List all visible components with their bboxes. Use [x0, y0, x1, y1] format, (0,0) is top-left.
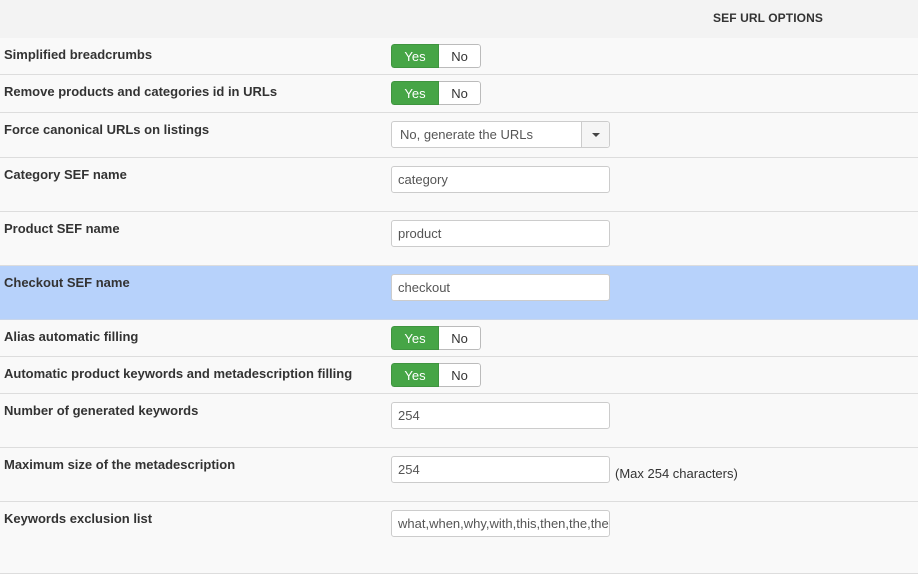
section-title: SEF URL OPTIONS [713, 11, 823, 25]
max-metadescription-input[interactable]: 254 [391, 456, 610, 483]
remove-ids-toggle: Yes No [391, 81, 481, 105]
keywords-filling-yes-button[interactable]: Yes [391, 363, 439, 387]
keywords-filling-toggle: Yes No [391, 363, 481, 387]
alias-filling-label: Alias automatic filling [4, 329, 139, 344]
simplified-breadcrumbs-label: Simplified breadcrumbs [4, 47, 153, 62]
keywords-filling-label: Automatic product keywords and metadescr… [4, 366, 353, 381]
remove-ids-label: Remove products and categories id in URL… [4, 84, 278, 99]
row-product-sef: Product SEF name product [0, 212, 918, 266]
row-keywords-filling: Automatic product keywords and metadescr… [0, 357, 918, 394]
row-category-sef: Category SEF name category [0, 158, 918, 212]
alias-filling-yes-button[interactable]: Yes [391, 326, 439, 350]
generated-keywords-label: Number of generated keywords [4, 403, 199, 418]
simplified-breadcrumbs-yes-button[interactable]: Yes [391, 44, 439, 68]
simplified-breadcrumbs-no-button[interactable]: No [439, 44, 481, 68]
keywords-filling-no-button[interactable]: No [439, 363, 481, 387]
product-sef-label: Product SEF name [4, 221, 120, 236]
row-generated-keywords: Number of generated keywords 254 [0, 394, 918, 448]
row-remove-ids: Remove products and categories id in URL… [0, 75, 918, 113]
alias-filling-no-button[interactable]: No [439, 326, 481, 350]
max-metadescription-hint: (Max 254 characters) [615, 466, 738, 481]
row-simplified-breadcrumbs: Simplified breadcrumbs Yes No [0, 38, 918, 75]
checkout-sef-input[interactable]: checkout [391, 274, 610, 301]
force-canonical-selected-value: No, generate the URLs [400, 127, 533, 142]
row-max-metadescription: Maximum size of the metadescription 254 … [0, 448, 918, 502]
section-header: SEF URL OPTIONS [0, 0, 918, 39]
category-sef-input[interactable]: category [391, 166, 610, 193]
alias-filling-toggle: Yes No [391, 326, 481, 350]
force-canonical-select[interactable]: No, generate the URLs [391, 121, 610, 148]
row-checkout-sef: Checkout SEF name checkout [0, 266, 918, 320]
category-sef-label: Category SEF name [4, 167, 127, 182]
keywords-exclusion-label: Keywords exclusion list [4, 511, 153, 526]
sef-url-options-panel: SEF URL OPTIONS Simplified breadcrumbs Y… [0, 0, 918, 586]
remove-ids-no-button[interactable]: No [439, 81, 481, 105]
max-metadescription-label: Maximum size of the metadescription [4, 457, 236, 472]
product-sef-input[interactable]: product [391, 220, 610, 247]
checkout-sef-label: Checkout SEF name [4, 275, 130, 290]
keywords-exclusion-input[interactable]: what,when,why,with,this,then,the,they [391, 510, 610, 537]
generated-keywords-input[interactable]: 254 [391, 402, 610, 429]
row-keywords-exclusion: Keywords exclusion list what,when,why,wi… [0, 502, 918, 574]
row-alias-filling: Alias automatic filling Yes No [0, 320, 918, 357]
force-canonical-label: Force canonical URLs on listings [4, 122, 210, 137]
remove-ids-yes-button[interactable]: Yes [391, 81, 439, 105]
chevron-down-icon[interactable] [581, 122, 609, 147]
simplified-breadcrumbs-toggle: Yes No [391, 44, 481, 68]
row-force-canonical: Force canonical URLs on listings No, gen… [0, 113, 918, 158]
